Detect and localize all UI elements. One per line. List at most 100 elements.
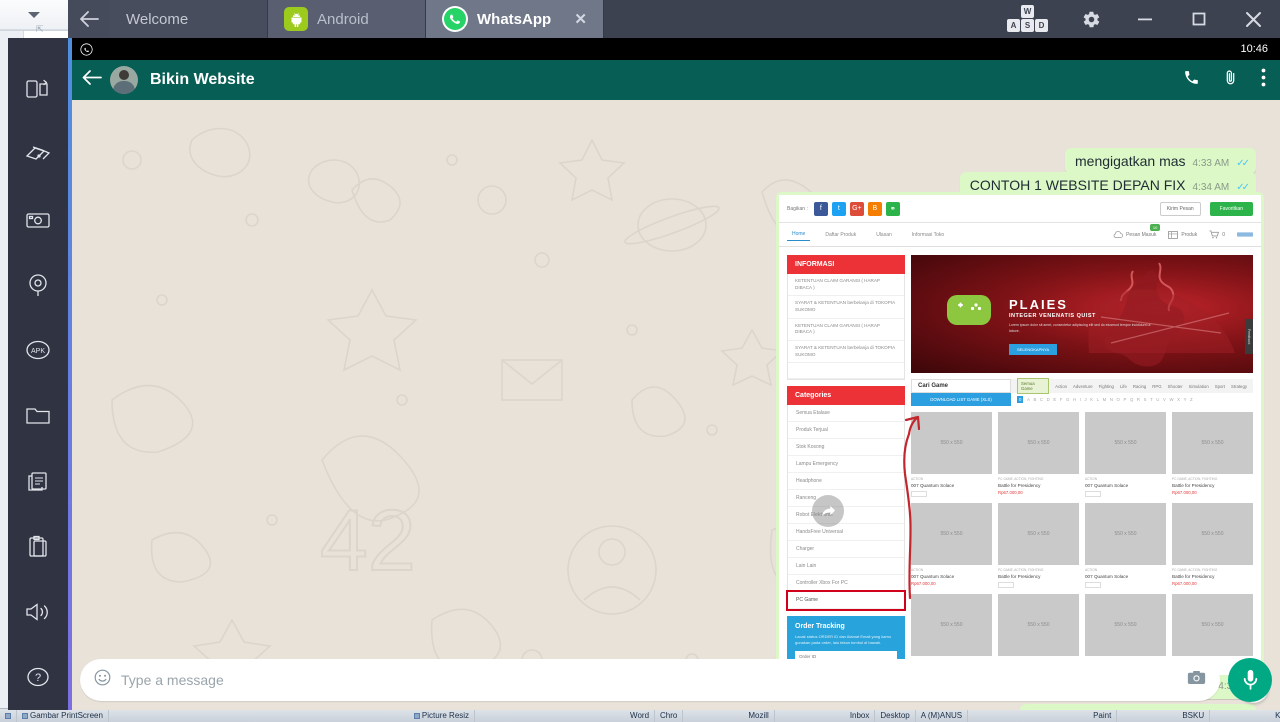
back-arrow-icon[interactable] [82,69,102,91]
taskbar-item[interactable]: Mozill [743,709,775,722]
sidebar-item-copy-to-bluestacks[interactable] [8,448,68,513]
product-card[interactable]: 550 x 550 ACTION 007 Quantum Solace [911,412,992,497]
tab-welcome[interactable]: Welcome [110,0,268,38]
overflow-menu-icon[interactable] [1261,68,1266,92]
link-icon[interactable]: ⚭ [885,201,900,216]
alpha-p[interactable]: P [1123,397,1126,402]
product-cart-box[interactable] [998,582,1014,588]
cari-game-input[interactable]: Cari Game [911,379,1011,393]
alpha-q[interactable]: Q [1130,397,1133,402]
nav-item-informasi-toko[interactable]: Informasi Toko [907,229,949,241]
sidebar-item-location[interactable] [8,252,68,317]
category-item-charger[interactable]: Charger [788,541,904,558]
informasi-item[interactable]: KETENTUAN CLAIM GARANSI ( HARAP DIBACA ) [788,319,904,341]
alpha-i[interactable]: I [1080,397,1081,402]
alpha-z[interactable]: Z [1190,397,1193,402]
taskbar-item[interactable]: BSKU [1177,709,1211,722]
alpha-n[interactable]: N [1110,397,1113,402]
sidebar-item-screenshot[interactable] [8,187,68,252]
alpha-c[interactable]: C [1040,397,1043,402]
alpha-0[interactable]: 0 [1017,396,1024,403]
alpha-t[interactable]: T [1150,397,1153,402]
sidebar-item-apk-install[interactable]: APK [8,318,68,383]
taskbar-start-button[interactable] [0,709,17,722]
alpha-e[interactable]: E [1053,397,1056,402]
sidebar-item-rotate-screen[interactable] [8,56,68,121]
genre-simulation[interactable]: Simulation [1189,384,1209,389]
download-list-button[interactable]: DOWNLOAD LIST GAME (XLS) [911,393,1011,406]
tab-whatsapp[interactable]: WhatsApp ✕ [426,0,604,38]
attached-website-screenshot[interactable]: Bagikan : f t G+ B ⚭ Kirim Pesan Favorit… [779,195,1261,675]
category-item-lain-lain[interactable]: Lain Lain [788,558,904,575]
sidebar-item-help[interactable]: ? [8,645,68,710]
message-row-image[interactable]: Bagikan : f t G+ B ⚭ Kirim Pesan Favorit… [776,192,1264,699]
google-plus-icon[interactable]: G+ [849,201,864,216]
category-item-headphone[interactable]: Headphone [788,473,904,490]
alpha-b[interactable]: B [1033,397,1036,402]
product-cart-box[interactable] [1085,491,1101,497]
alpha-s[interactable]: S [1144,397,1147,402]
product-card[interactable]: 550 x 550 PC GAME, ACTION, FIGHTING Batt… [998,412,1079,497]
genre-action[interactable]: Action [1055,384,1067,389]
camera-icon[interactable] [1187,670,1206,689]
product-card[interactable]: 550 x 550 ACTION 007 Quantum Solace Rp67… [911,503,992,588]
genre-life[interactable]: Life [1120,384,1127,389]
category-item-lampu-emergency[interactable]: Lampu Emergency [788,456,904,473]
kirim-pesan-button[interactable]: Kirim Pesan [1159,201,1201,216]
emoji-icon[interactable] [94,669,111,691]
genre-rpg[interactable]: RPG [1152,384,1161,389]
nav-item-daftar-produk[interactable]: Daftar Produk [820,229,861,241]
alpha-u[interactable]: U [1156,397,1159,402]
informasi-item[interactable]: SYARAT & KETENTUAN berbelanja di TOKOPIA… [788,341,904,364]
alpha-x[interactable]: X [1177,397,1180,402]
pesan-masuk-link[interactable]: Pesan Masuk 10 [1113,224,1161,238]
produk-link[interactable]: Produk [1168,230,1197,239]
genre-fighting[interactable]: Fighting [1099,384,1114,389]
informasi-item[interactable]: KETENTUAN CLAIM GARANSI ( HARAP DIBACA ) [788,274,904,297]
taskbar-item[interactable]: Chro [655,709,684,722]
site-logo-icon[interactable] [1237,230,1253,239]
product-card[interactable]: 550 x 550 ACTION 007 Quantum Solace [1085,503,1166,588]
alpha-m[interactable]: M [1103,397,1107,402]
call-icon[interactable] [1183,69,1200,91]
alpha-a[interactable]: A [1027,397,1030,402]
taskbar-item[interactable]: Kalkula [1270,709,1280,722]
cart-link[interactable]: 0 [1209,230,1225,239]
category-item-ranceng[interactable]: Ranceng [788,490,904,507]
category-item-produk-terjual[interactable]: Produk Terjual [788,422,904,439]
alpha-w[interactable]: W [1169,397,1173,402]
genre-adventure[interactable]: Adventure [1073,384,1093,389]
category-item-handsfree-universal[interactable]: HandsFree Universal [788,524,904,541]
nav-item-ulasan[interactable]: Ulasan [871,229,897,241]
genre-sport[interactable]: Sport [1215,384,1225,389]
category-item-controller-xbox[interactable]: Controller Xbox For PC [788,575,904,592]
sidebar-item-folder[interactable] [8,383,68,448]
forward-message-button[interactable] [812,495,844,527]
facebook-icon[interactable]: f [813,201,828,216]
chat-message-area[interactable]: 42 mengigatkan mas 4:33 AM ✓✓ CONTOH 1 W… [72,100,1280,710]
keymapping-wasd-icon[interactable]: W A S D [1006,4,1050,34]
product-card[interactable]: 550 x 550 [1085,594,1166,656]
informasi-item[interactable]: SYARAT & KETENTUAN berbelanja di TOKOPIA… [788,296,904,319]
hero-cta-button[interactable]: SELENGKAPNYA [1009,344,1058,355]
product-card[interactable]: 550 x 550 ACTION 007 Quantum Solace [1085,412,1166,497]
genre-strategy[interactable]: Strategy [1231,384,1247,389]
tab-android[interactable]: Android [268,0,426,38]
product-card[interactable]: 550 x 550 [998,594,1079,656]
feedback-tab[interactable]: Feedback [1245,319,1253,355]
taskbar-item[interactable]: Desktop [875,709,916,722]
sidebar-item-shake[interactable] [8,121,68,186]
product-card[interactable]: 550 x 550 PC GAME, ACTION, FIGHTING Batt… [1172,412,1253,497]
taskbar-item[interactable]: Word [625,709,656,722]
voice-record-button[interactable] [1228,657,1272,702]
message-row-outgoing[interactable]: mengigatkan mas 4:33 AM ✓✓ [1065,148,1256,174]
alpha-r[interactable]: R [1137,397,1140,402]
minimize-button[interactable] [1118,0,1172,38]
close-tab-icon[interactable]: ✕ [560,10,587,28]
sidebar-item-volume[interactable] [8,579,68,644]
alpha-j[interactable]: J [1084,397,1086,402]
alpha-o[interactable]: O [1117,397,1120,402]
attach-icon[interactable] [1222,69,1239,91]
taskbar-item[interactable]: Gambar PrintScreen [17,709,109,722]
twitter-icon[interactable]: t [831,201,846,216]
